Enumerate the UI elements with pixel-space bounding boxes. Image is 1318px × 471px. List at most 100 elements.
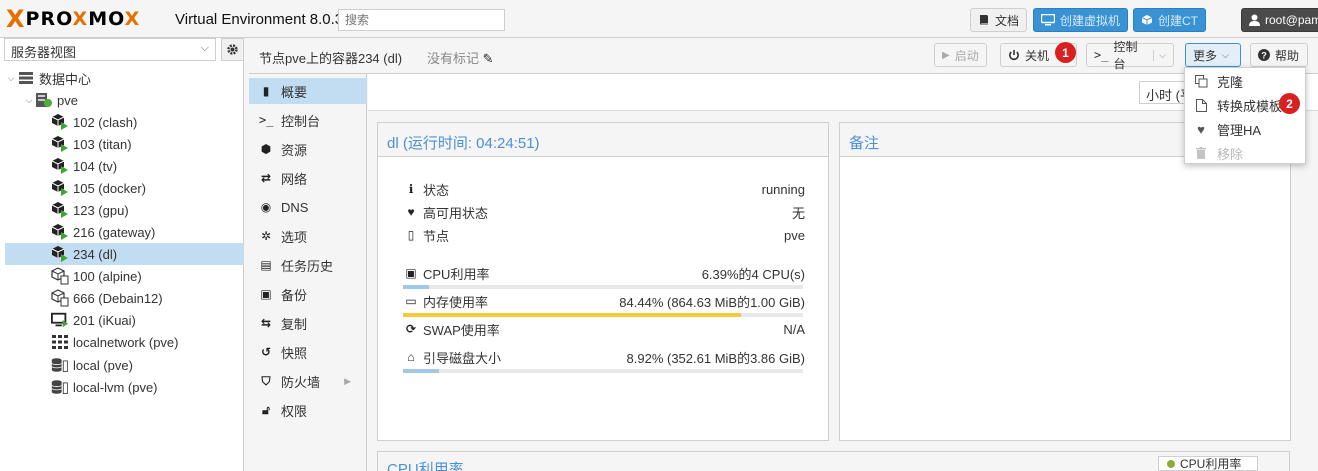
menu-item-label: 转换成模板 (1217, 98, 1283, 114)
nav-item-console[interactable]: >_ 控制台 (249, 107, 367, 133)
tree-collapse-toggle[interactable]: ⌵ (5, 73, 17, 84)
create-vm-button[interactable]: 创建虚拟机 (1033, 8, 1129, 32)
create-ct-label: 创建CT (1158, 13, 1198, 28)
meter-label: CPU利用率 (423, 266, 490, 282)
tree-node-label: 104 (tv) (73, 158, 118, 174)
nav-item-replication[interactable]: ⇆ 复制 (249, 310, 367, 336)
notes-body[interactable] (840, 157, 1290, 440)
console-button[interactable]: >_ 控制台 ⌵ (1086, 40, 1174, 71)
floppy-icon: ▣ (260, 287, 272, 301)
meter-value: 8.92% (352.61 MiB的3.86 GiB) (626, 350, 805, 366)
help-button[interactable]: ? 帮助 (1250, 43, 1308, 67)
menu-item-remove[interactable]: 移除 (1185, 141, 1305, 165)
server-icon: ▯ (407, 228, 415, 242)
nav-item-backup[interactable]: ▣ 备份 (249, 281, 367, 307)
cpu-chart-legend[interactable]: CPU利用率 (1158, 456, 1258, 471)
menu-item-label: 移除 (1217, 146, 1244, 162)
bootdisk-progress-fill (403, 369, 439, 373)
tree-node-vm-201[interactable]: 201 (iKuai) (5, 309, 244, 331)
tree-node-pve[interactable]: ⌵ pve (5, 89, 244, 111)
nav-item-dns[interactable]: ◉ DNS (249, 194, 367, 220)
start-button[interactable]: ▶ 启动 (934, 43, 987, 67)
nav-item-label: 概要 (281, 84, 308, 100)
view-settings-button[interactable] (221, 38, 244, 61)
nav-item-snapshots[interactable]: ↺ 快照 (249, 339, 367, 365)
tree-node-datacenter[interactable]: ⌵ 数据中心 (5, 67, 244, 89)
heartbeat-icon: ♥ (407, 205, 415, 219)
cpu-progress-bar (403, 285, 803, 289)
tree-node-localnetwork[interactable]: localnetwork (pve) (5, 331, 244, 353)
chevron-right-icon: ▶ (344, 375, 351, 386)
top-header: X PROXMOX Virtual Environment 8.0.3 文档 创… (0, 0, 1318, 38)
tree-node-label: local (pve) (73, 357, 133, 373)
user-icon (1249, 14, 1260, 26)
meter-row-bootdisk: ⌂ 引导磁盘大小 8.92% (352.61 MiB的3.86 GiB) (403, 347, 805, 367)
nav-item-label: 资源 (281, 142, 308, 158)
shutdown-label: 关机 (1025, 48, 1050, 63)
tree-node-ct-100[interactable]: 100 (alpine) (5, 265, 244, 287)
notes-panel: 备注 (839, 122, 1291, 441)
tree-node-ct-102[interactable]: 102 (clash) (5, 111, 244, 133)
more-button[interactable]: 更多 ⌵ (1185, 43, 1241, 67)
tree-node-ct-103[interactable]: 103 (titan) (5, 133, 244, 155)
container-stopped-icon (51, 267, 69, 285)
tree-collapse-toggle[interactable]: ⌵ (23, 95, 35, 106)
cpu-chart-panel: CPU利用率 (377, 451, 1290, 471)
user-menu-button[interactable]: root@pam ▾ (1241, 8, 1318, 32)
status-value: pve (784, 227, 805, 243)
nav-item-firewall[interactable]: ⛉ 防火墙 ▶ (249, 368, 367, 394)
nav-item-resources[interactable]: ⬢ 资源 (249, 136, 367, 162)
chevron-down-icon[interactable]: ⌵ (1153, 49, 1166, 61)
search-input[interactable] (338, 9, 505, 31)
create-ct-button[interactable]: 创建CT (1133, 8, 1206, 32)
nav-item-task-history[interactable]: ▤ 任务历史 (249, 252, 367, 278)
nav-item-network[interactable]: ⇄ 网络 (249, 165, 367, 191)
memory-progress-fill (403, 313, 741, 317)
nav-item-summary[interactable]: ▮ 概要 (249, 78, 367, 104)
bootdisk-progress-bar (403, 369, 803, 373)
container-running-icon (51, 245, 69, 263)
tree-node-ct-104[interactable]: 104 (tv) (5, 155, 244, 177)
cpu-chart-title: CPU利用率 (387, 461, 464, 471)
chevron-down-icon: ⌵ (1222, 49, 1229, 60)
tree-node-ct-105[interactable]: 105 (docker) (5, 177, 244, 199)
gear-icon: ✲ (260, 229, 272, 243)
tree-node-ct-123[interactable]: 123 (gpu) (5, 199, 244, 221)
cube-icon: ⬢ (260, 142, 272, 156)
nav-item-label: 复制 (281, 316, 308, 332)
status-label: 高可用状态 (423, 205, 489, 221)
meter-label: 引导磁盘大小 (423, 350, 502, 366)
status-row-state: ℹ 状态 running (403, 179, 805, 199)
menu-item-label: 克隆 (1217, 74, 1244, 90)
nav-item-permissions[interactable]: 🔓︎ 权限 (249, 397, 367, 423)
menu-item-clone[interactable]: 克隆 (1185, 69, 1305, 93)
nav-item-label: DNS (281, 199, 309, 215)
tags-edit[interactable]: 没有标记 ✎ (427, 48, 494, 67)
chevron-down-icon: ⌵ (200, 42, 209, 54)
docs-button[interactable]: 文档 (970, 8, 1028, 32)
page-title: 节点pve上的容器234 (dl) (259, 51, 403, 66)
meter-row-memory: ▭ 内存使用率 84.44% (864.63 MiB的1.00 GiB) (403, 291, 805, 311)
tree-node-ct-216[interactable]: 216 (gateway) (5, 221, 244, 243)
tree-node-label: pve (57, 92, 78, 108)
menu-item-manage-ha[interactable]: ♥ 管理HA (1185, 117, 1305, 141)
version-label: Virtual Environment 8.0.3 (175, 11, 344, 28)
heartbeat-icon: ♥ (1197, 121, 1205, 137)
globe-icon: ◉ (260, 200, 272, 214)
retweet-icon: ⇆ (260, 316, 272, 330)
tree-node-ct-234[interactable]: 234 (dl) (5, 243, 244, 265)
pencil-icon: ✎ (482, 51, 494, 66)
help-label: 帮助 (1275, 48, 1300, 63)
docs-label: 文档 (995, 13, 1020, 28)
container-running-icon (51, 179, 69, 197)
tree-node-storage-local[interactable]: local (pve) (5, 354, 244, 376)
book-icon (980, 15, 988, 25)
view-select[interactable]: 服务器视图 ⌵ (4, 38, 216, 61)
unlock-icon: 🔓︎ (262, 402, 270, 417)
nav-item-options[interactable]: ✲ 选项 (249, 223, 367, 249)
container-running-icon (51, 113, 69, 131)
tree-node-storage-local-lvm[interactable]: local-lvm (pve) (5, 376, 244, 398)
tree-node-ct-666[interactable]: 666 (Debain12) (5, 287, 244, 309)
logo-x-mark: X (6, 5, 25, 33)
tree-node-label: 666 (Debain12) (73, 290, 163, 306)
